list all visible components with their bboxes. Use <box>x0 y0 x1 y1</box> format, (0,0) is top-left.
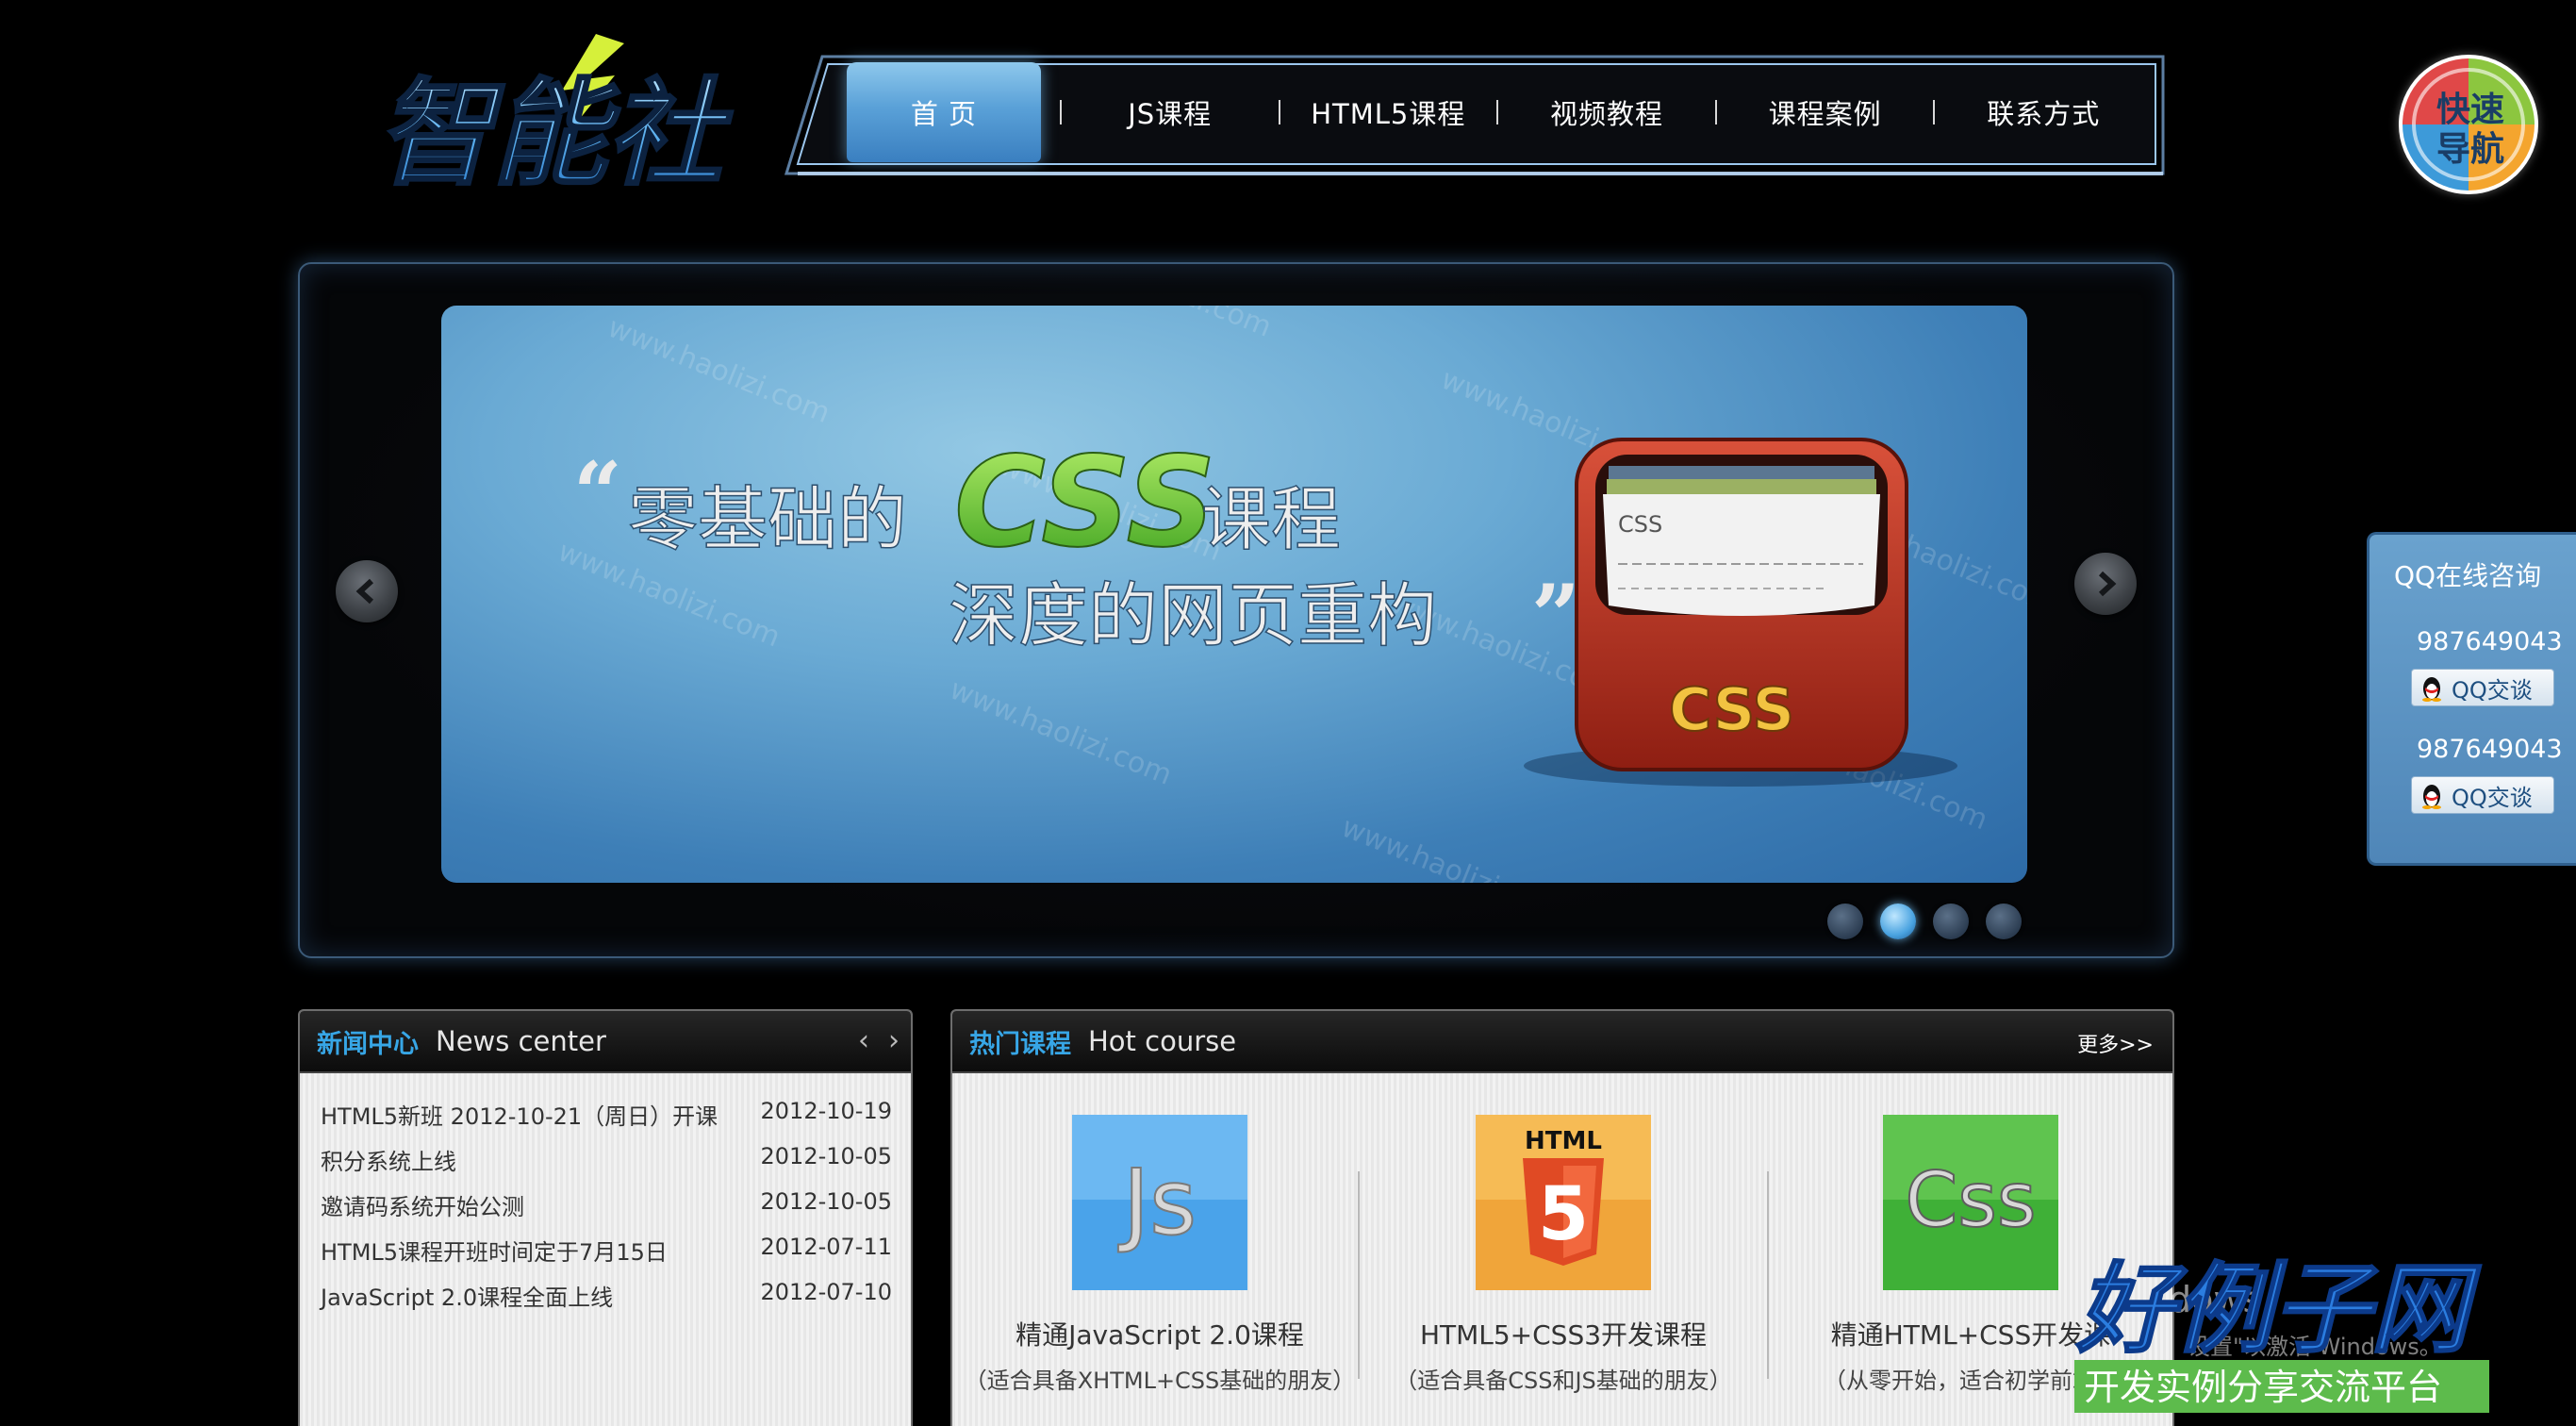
quote-open: “ <box>573 443 622 543</box>
chevron-left-icon <box>355 578 374 605</box>
chevron-right-icon <box>2098 571 2117 597</box>
hot-title-en: Hot course <box>1088 1025 1237 1057</box>
course-card-js[interactable]: Js 精通JavaScript 2.0课程 （适合具备XHTML+CSS基础的朋… <box>962 1113 1358 1395</box>
qq-chat-label: QQ交谈 <box>2452 676 2533 704</box>
site-logo[interactable]: 智能社 <box>370 34 766 203</box>
stamp-sub-text: 开发实例分享交流平台 <box>2084 1367 2442 1408</box>
js-icon-label: Js <box>1118 1150 1197 1255</box>
quick-nav-char: 速 <box>2470 91 2504 129</box>
course-subtitle: （适合具备CSS和JS基础的朋友） <box>1395 1368 1732 1394</box>
banner-dot-3[interactable] <box>1933 904 1969 939</box>
qq-chat-label: QQ交谈 <box>2452 784 2533 811</box>
course-divider <box>1358 1171 1360 1379</box>
js-course-icon[interactable]: Js <box>1070 1113 1249 1292</box>
news-item-title[interactable]: HTML5课程开班时间定于7月15日 <box>321 1234 668 1279</box>
news-item[interactable]: 积分系统上线 2012-10-05 <box>321 1143 892 1188</box>
news-panel: 新闻中心 News center ‹ › HTML5新班 2012-10-21（… <box>298 1009 913 1426</box>
box-label: CSS <box>1669 675 1794 744</box>
news-item[interactable]: HTML5课程开班时间定于7月15日 2012-07-11 <box>321 1234 892 1279</box>
news-item-date: 2012-10-05 <box>760 1143 892 1169</box>
stamp-main-text: 好例子网 <box>2075 1252 2482 1367</box>
nav-item-home[interactable]: 首 页 <box>847 62 1041 162</box>
html5-icon-number: 5 <box>1538 1172 1589 1257</box>
news-item-date: 2012-07-10 <box>760 1279 892 1305</box>
css-icon-label: Css <box>1905 1156 2036 1244</box>
banner-headline-part2: 课程 <box>1201 479 1341 560</box>
banner-dot-4[interactable] <box>1986 904 2022 939</box>
quick-nav-char: 快 <box>2436 91 2471 129</box>
qq-penguin-icon <box>2422 677 2441 702</box>
more-link[interactable]: 更多>> <box>2077 1028 2154 1058</box>
qq-consult-panel: QQ在线咨询 987649043 QQ交谈 987649043 QQ交谈 <box>2367 532 2576 866</box>
qq-panel-title: QQ在线咨询 <box>2394 560 2542 591</box>
nav-item-contact[interactable]: 联系方式 <box>1935 62 2152 162</box>
news-item-title[interactable]: 积分系统上线 <box>321 1143 456 1188</box>
quick-nav-graphic: 快 速 导 航 <box>2403 58 2535 191</box>
banner-slide[interactable]: www.haolizi.com www.haolizi.com www.haol… <box>441 306 2027 883</box>
hot-course-panel: 热门课程 Hot course 更多>> Js 精通JavaScript 2.0… <box>950 1009 2174 1426</box>
banner-headline-part1: 零基础的 <box>628 479 907 560</box>
banner-headline-css: CSS <box>954 430 1216 575</box>
course-card-html5[interactable]: HTML 5 HTML5+CSS3开发课程 （适合具备CSS和JS基础的朋友） <box>1365 1113 1761 1395</box>
logo-graphic: 智能社 <box>376 34 734 203</box>
banner-prev-button[interactable] <box>336 560 398 622</box>
qq-penguin-icon <box>2422 785 2441 809</box>
hot-panel-header: 热门课程 Hot course 更多>> <box>952 1011 2172 1073</box>
main-nav: 首 页 JS课程 HTML5课程 视频教程 课程案例 联系方式 <box>784 53 2167 187</box>
banner-pagination <box>1827 904 2022 939</box>
quote-close: ” <box>1531 566 1580 666</box>
news-panel-header: 新闻中心 News center ‹ › <box>300 1011 911 1073</box>
watermark-text: www.haolizi.com <box>1337 811 1568 883</box>
news-prev-icon[interactable]: ‹ <box>858 1024 869 1057</box>
watermark-text: www.haolizi.com <box>603 311 834 430</box>
news-title-cn: 新闻中心 <box>317 1029 419 1059</box>
news-next-icon[interactable]: › <box>888 1024 900 1057</box>
course-title[interactable]: 精通JavaScript 2.0课程 <box>962 1315 1358 1352</box>
qq-number: 987649043 <box>2417 627 2563 656</box>
news-item-date: 2012-07-11 <box>760 1234 892 1260</box>
nav-item-course-cases[interactable]: 课程案例 <box>1717 62 1934 162</box>
news-item-title[interactable]: JavaScript 2.0课程全面上线 <box>321 1279 613 1324</box>
qq-chat-button[interactable]: QQ交谈 <box>2411 776 2554 814</box>
site-watermark-stamp: 好例子网 开发实例分享交流平台 <box>2071 1247 2504 1417</box>
banner-artwork: www.haolizi.com www.haolizi.com www.haol… <box>553 306 2027 883</box>
news-item[interactable]: HTML5新班 2012-10-21（周日）开课 2012-10-19 <box>321 1098 892 1143</box>
news-item-title[interactable]: HTML5新班 2012-10-21（周日）开课 <box>321 1098 718 1143</box>
qq-number: 987649043 <box>2417 735 2563 764</box>
nav-item-video-tutorials[interactable]: 视频教程 <box>1498 62 1715 162</box>
stamp-graphic: 好例子网 开发实例分享交流平台 <box>2074 1251 2489 1413</box>
news-item-date: 2012-10-19 <box>760 1098 892 1124</box>
banner-next-button[interactable] <box>2074 553 2137 615</box>
course-title[interactable]: HTML5+CSS3开发课程 <box>1365 1315 1761 1352</box>
qq-chat-button[interactable]: QQ交谈 <box>2411 669 2554 706</box>
news-item-date: 2012-10-05 <box>760 1188 892 1215</box>
news-item[interactable]: 邀请码系统开始公测 2012-10-05 <box>321 1188 892 1234</box>
hot-title-cn: 热门课程 <box>969 1029 1071 1059</box>
news-title-en: News center <box>436 1025 606 1057</box>
nav-item-js-course[interactable]: JS课程 <box>1062 62 1279 162</box>
nav-item-html5-course[interactable]: HTML5课程 <box>1280 62 1497 162</box>
news-item[interactable]: JavaScript 2.0课程全面上线 2012-07-10 <box>321 1279 892 1324</box>
banner-dot-1[interactable] <box>1827 904 1863 939</box>
css-course-icon[interactable]: Css <box>1881 1113 2060 1292</box>
html5-course-icon[interactable]: HTML 5 <box>1474 1113 1653 1292</box>
banner-headline-part3: 深度的网页重构 <box>949 575 1437 656</box>
news-list: HTML5新班 2012-10-21（周日）开课 2012-10-19 积分系统上… <box>321 1098 892 1324</box>
quick-nav-button[interactable]: 快 速 导 航 <box>2399 55 2538 194</box>
card-label: CSS <box>1618 511 1662 538</box>
quick-nav-char: 航 <box>2470 129 2504 169</box>
html5-icon-label: HTML <box>1525 1127 1602 1155</box>
course-divider <box>1767 1171 1769 1379</box>
banner-dot-2[interactable] <box>1880 904 1916 939</box>
logo-text: 智能社 <box>377 67 733 194</box>
news-item-title[interactable]: 邀请码系统开始公测 <box>321 1188 524 1234</box>
quick-nav-char: 导 <box>2436 130 2470 169</box>
course-subtitle: （适合具备XHTML+CSS基础的朋友） <box>964 1368 1356 1394</box>
watermark-text: www.haolizi.com <box>1045 306 1276 344</box>
watermark-text: www.haolizi.com <box>945 672 1176 791</box>
